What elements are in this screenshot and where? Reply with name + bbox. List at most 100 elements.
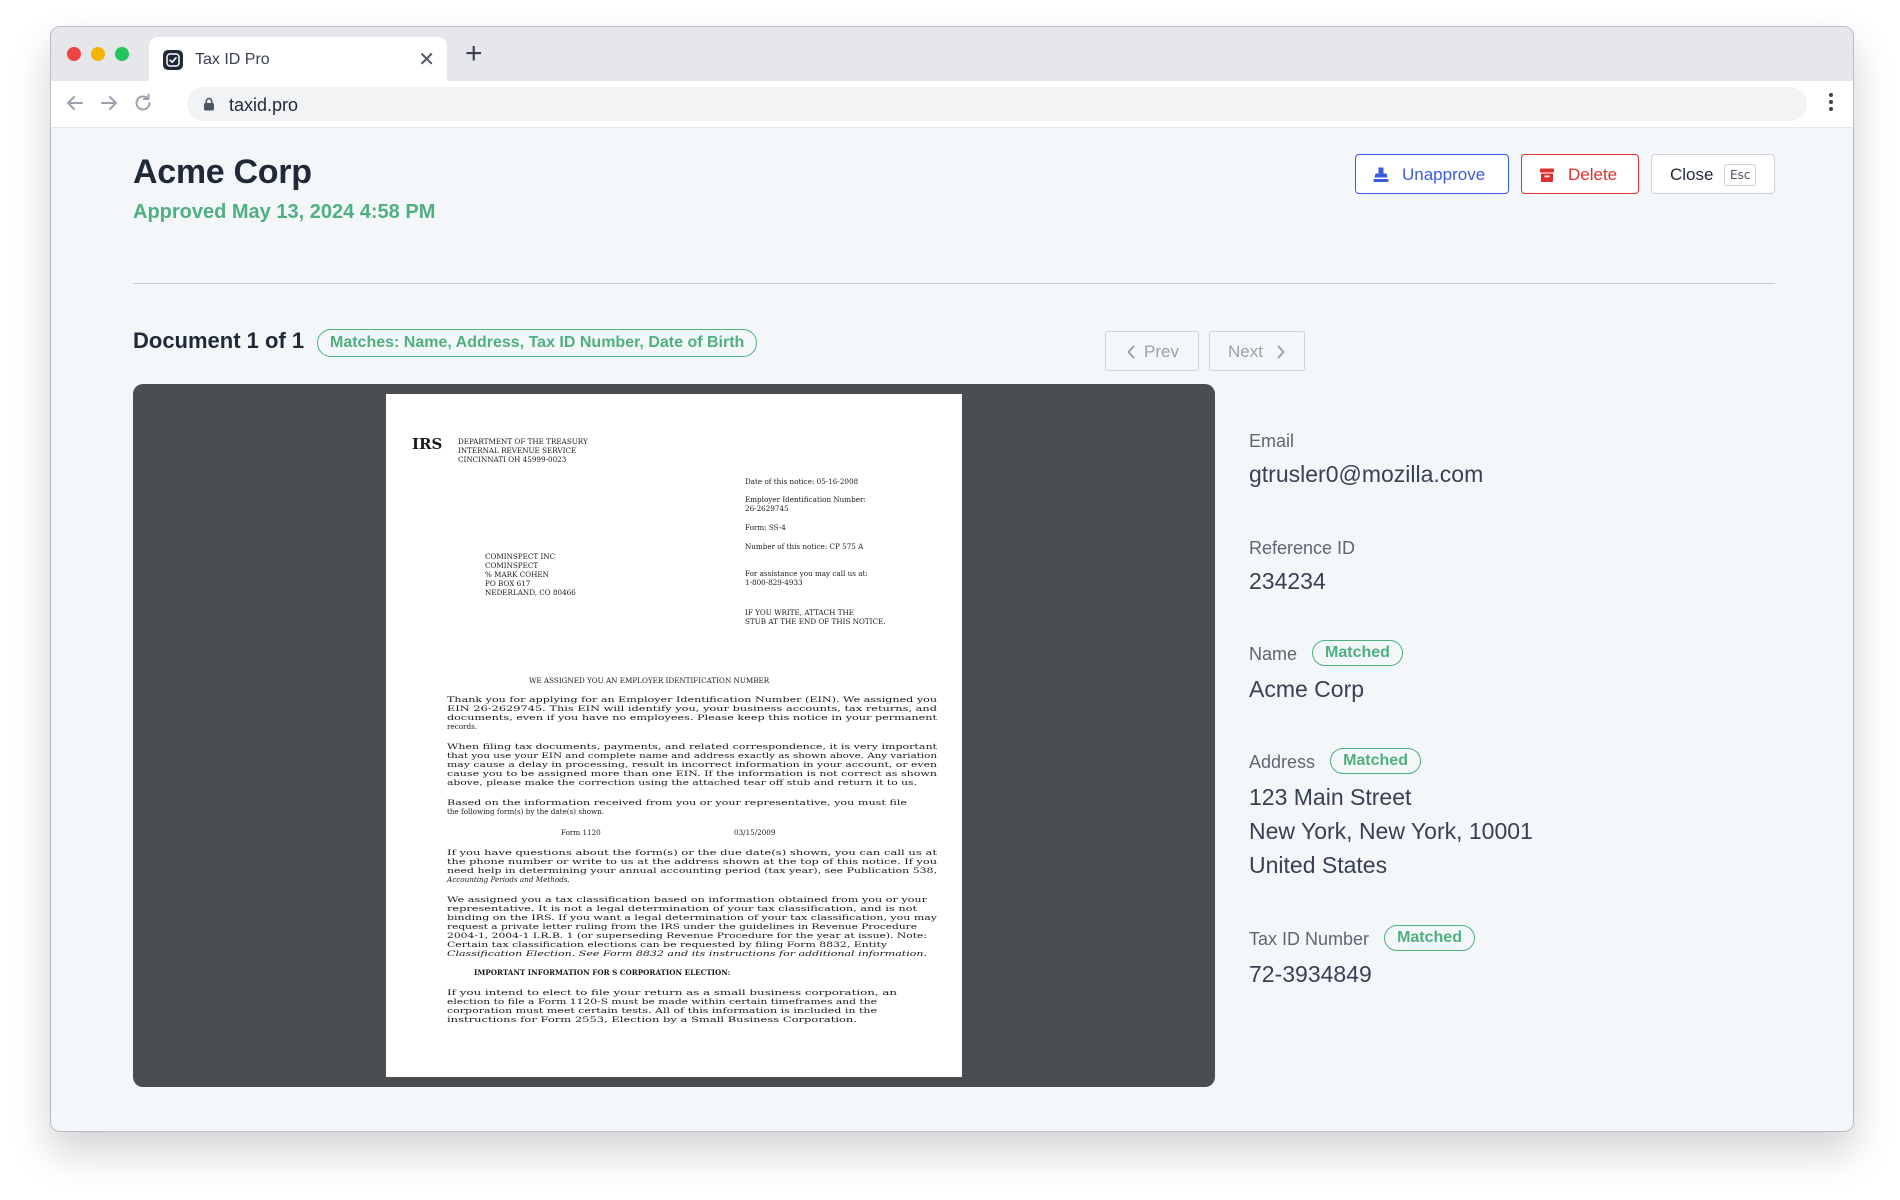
reference-id-label: Reference ID	[1249, 538, 1356, 558]
tax-id-value: 72-3934849	[1249, 961, 1372, 987]
chevron-left-icon	[1127, 345, 1135, 359]
irs-assistance: 1-800-829-4933	[745, 578, 803, 587]
irs-body-line: corporation must meet certain tests. All…	[447, 1006, 877, 1015]
next-button[interactable]: Next	[1209, 331, 1305, 371]
irs-body-line: representative. It is not a legal determ…	[447, 904, 917, 913]
browser-window: Tax ID Pro ✕ + taxid.pro Acme Corp Appro…	[50, 26, 1854, 1132]
close-window-button[interactable]	[67, 47, 81, 61]
browser-tab[interactable]: Tax ID Pro ✕	[149, 37, 447, 81]
reload-icon[interactable]	[131, 91, 155, 115]
name-field-label: Name Matched	[1249, 640, 1403, 668]
irs-body-line: 2004-1, 2004-1 I.R.B. 1 (or superseding …	[447, 931, 927, 940]
back-arrow-icon[interactable]	[63, 91, 87, 115]
irs-write-note: IF YOU WRITE, ATTACH THE	[745, 608, 854, 617]
irs-body-line: above, please make the correction using …	[447, 778, 917, 787]
page-content: Acme Corp Approved May 13, 2024 4:58 PM …	[51, 128, 1853, 1131]
irs-body-line: When filing tax documents, payments, and…	[447, 742, 937, 751]
irs-address-line: % MARK COHEN	[485, 570, 549, 579]
new-tab-icon[interactable]: +	[465, 39, 483, 69]
irs-body-line: request a private letter ruling from the…	[447, 922, 917, 931]
irs-s-corp-heading: IMPORTANT INFORMATION FOR S CORPORATION …	[474, 968, 730, 977]
address-bar[interactable]: taxid.pro	[187, 87, 1807, 121]
irs-form: Form: SS-4	[745, 523, 786, 532]
address-line-1: 123 Main Street	[1249, 784, 1412, 810]
address-matched-badge: Matched	[1330, 748, 1421, 774]
esc-shortcut-hint: Esc	[1724, 164, 1757, 186]
irs-body-line: If you intend to elect to file your retu…	[447, 988, 898, 997]
irs-heading: WE ASSIGNED YOU AN EMPLOYER IDENTIFICATI…	[529, 676, 770, 685]
stamp-icon	[1373, 167, 1389, 182]
tax-id-label: Tax ID Number	[1249, 928, 1370, 949]
tab-close-icon[interactable]: ✕	[418, 47, 435, 72]
header-divider	[133, 283, 1775, 284]
irs-form-row: 03/15/2009	[734, 828, 776, 837]
irs-dept-line: INTERNAL REVENUE SERVICE	[458, 446, 576, 455]
forward-arrow-icon[interactable]	[97, 91, 121, 115]
address-field-label: Address Matched	[1249, 748, 1421, 776]
irs-body-line: the following form(s) by the date(s) sho…	[447, 807, 604, 816]
document-counter: Document 1 of 1	[133, 328, 305, 353]
browser-toolbar: taxid.pro	[51, 81, 1853, 128]
irs-body-line: Based on the information received from y…	[447, 798, 907, 807]
document-viewer[interactable]: IRS DEPARTMENT OF THE TREASURY INTERNAL …	[133, 384, 1215, 1087]
minimize-window-button[interactable]	[91, 47, 105, 61]
irs-body-line: EIN 26-2629745. This EIN will identify y…	[447, 704, 938, 713]
matches-badge: Matches: Name, Address, Tax ID Number, D…	[317, 329, 758, 357]
irs-form-row: Form 1120	[561, 828, 601, 837]
irs-address-line: NEDERLAND, CO 80466	[485, 588, 576, 597]
address-line-2: New York, New York, 10001	[1249, 818, 1533, 844]
irs-body-line: that you use your EIN and complete name …	[447, 751, 938, 760]
irs-body-line: Certain tax classification elections can…	[447, 940, 888, 949]
app-favicon-icon	[163, 50, 183, 70]
unapprove-label: Unapprove	[1402, 165, 1486, 184]
irs-address-line: PO BOX 617	[485, 579, 531, 588]
irs-ein-value: 26-2629745	[745, 504, 789, 513]
close-button[interactable]: Close Esc	[1651, 154, 1775, 194]
chevron-right-icon	[1277, 345, 1285, 359]
irs-body-line: cause you to be assigned more than one E…	[447, 769, 938, 778]
unapprove-button[interactable]: Unapprove	[1355, 154, 1509, 194]
irs-address-line: COMINSPECT	[485, 561, 538, 570]
irs-write-note: STUB AT THE END OF THIS NOTICE.	[745, 617, 886, 626]
prev-label: Prev	[1144, 342, 1179, 361]
address-line-3: United States	[1249, 852, 1388, 878]
irs-body-line: need help in determining your annual acc…	[447, 866, 937, 875]
irs-letter: IRS DEPARTMENT OF THE TREASURY INTERNAL …	[412, 435, 938, 1024]
lock-icon	[204, 97, 214, 111]
irs-body-line: Thank you for applying for an Employer I…	[447, 695, 938, 704]
prev-button[interactable]: Prev	[1105, 331, 1199, 371]
next-label: Next	[1228, 342, 1263, 361]
irs-body-line: instructions for Form 2553, Election by …	[447, 1015, 857, 1024]
irs-logo-text: IRS	[412, 435, 442, 453]
irs-body-line: Classification Election. See Form 8832 a…	[447, 949, 927, 958]
close-label: Close	[1670, 165, 1714, 184]
browser-menu-icon[interactable]	[1829, 93, 1835, 114]
irs-body-line: may cause a delay in processing, result …	[447, 760, 938, 769]
email-value: gtrusler0@mozilla.com	[1249, 461, 1484, 487]
approval-status: Approved May 13, 2024 4:58 PM	[133, 201, 436, 223]
tax-id-field-label: Tax ID Number Matched	[1249, 925, 1475, 953]
irs-body-line: the phone number or write to us at the a…	[447, 857, 938, 866]
delete-label: Delete	[1568, 165, 1618, 184]
name-label: Name	[1249, 643, 1298, 664]
irs-body-line: We assigned you a tax classification bas…	[447, 895, 928, 904]
tab-title: Tax ID Pro	[195, 51, 270, 68]
delete-button[interactable]: Delete	[1521, 154, 1639, 194]
reference-id-value: 234234	[1249, 568, 1326, 594]
irs-notice-date: Date of this notice: 05-16-2008	[745, 477, 859, 486]
tax-id-matched-badge: Matched	[1384, 925, 1475, 951]
document-image: IRS DEPARTMENT OF THE TREASURY INTERNAL …	[386, 394, 962, 1077]
maximize-window-button[interactable]	[115, 47, 129, 61]
irs-body-line: Accounting Periods and Methods.	[446, 875, 570, 884]
irs-assistance: For assistance you may call us at:	[745, 569, 868, 578]
name-value: Acme Corp	[1249, 676, 1365, 702]
email-label: Email	[1249, 431, 1295, 451]
url-text: taxid.pro	[229, 95, 299, 115]
irs-notice-number: Number of this notice: CP 575 A	[745, 542, 864, 551]
irs-dept-line: DEPARTMENT OF THE TREASURY	[458, 437, 588, 446]
irs-body-line: If you have questions about the form(s) …	[447, 848, 937, 857]
irs-body-line: documents, even if you have no employees…	[447, 713, 937, 722]
name-matched-badge: Matched	[1312, 640, 1403, 666]
address-label: Address	[1249, 751, 1316, 772]
tab-bar: Tax ID Pro ✕ +	[51, 27, 1853, 81]
